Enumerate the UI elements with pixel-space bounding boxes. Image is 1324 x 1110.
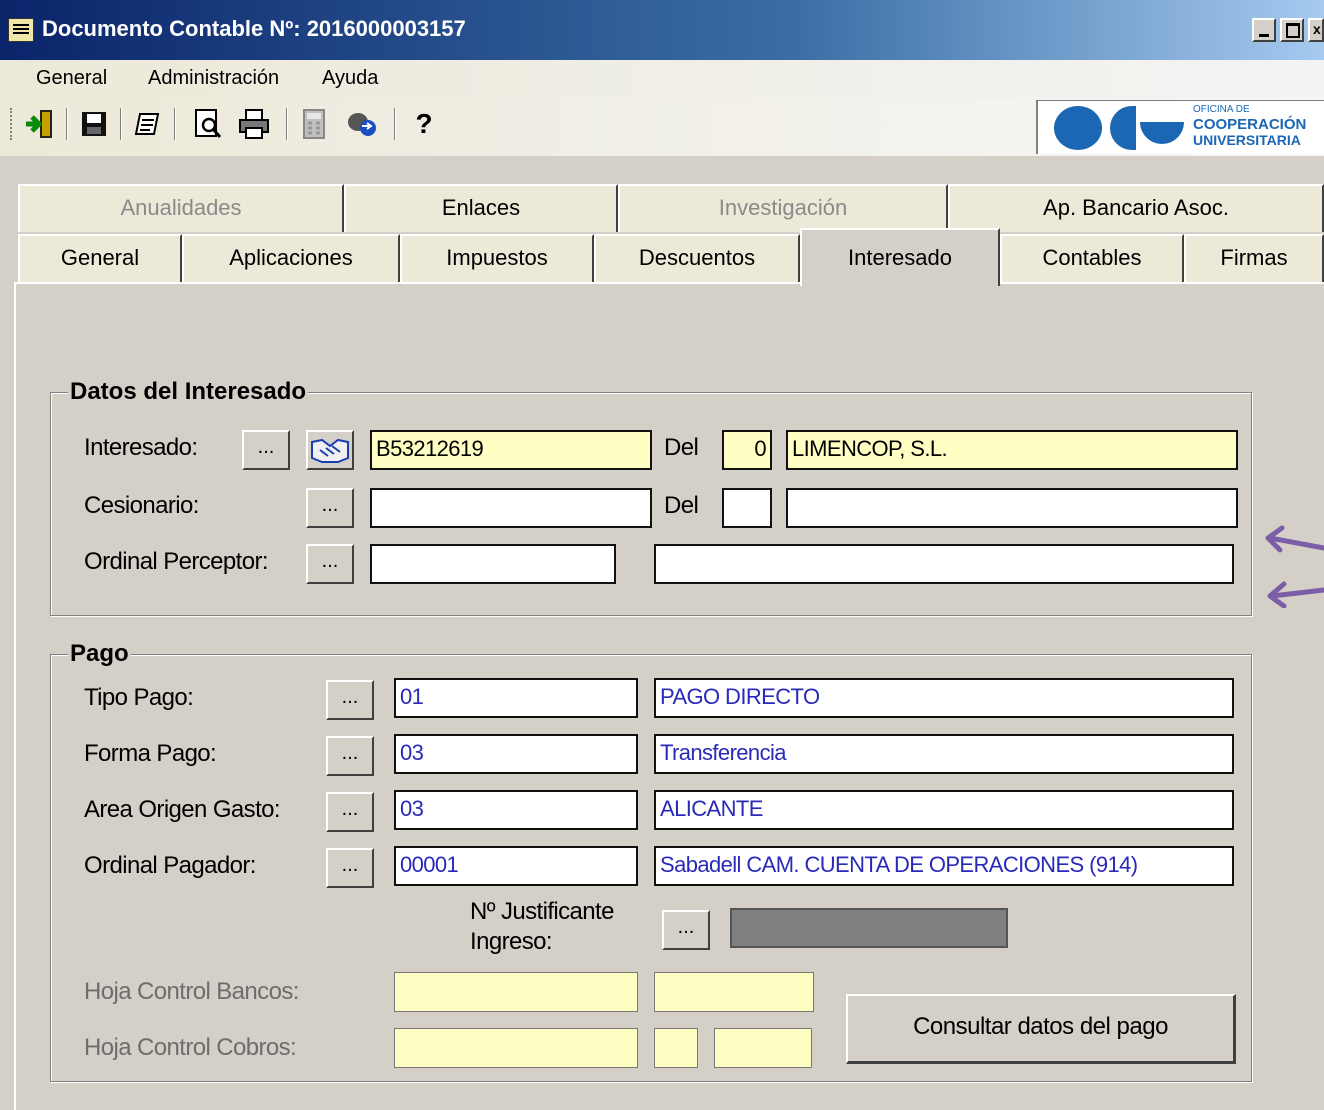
cesionario-lookup-button[interactable]: ...	[306, 488, 354, 528]
window-title: Documento Contable Nº: 2016000003157	[42, 16, 466, 41]
forma-pago-code-field[interactable]: 03	[394, 734, 638, 774]
consultar-datos-pago-button[interactable]: Consultar datos del pago	[846, 994, 1236, 1064]
forma-pago-lookup-button[interactable]: ...	[326, 736, 374, 776]
ordinal-perceptor-label: Ordinal Perceptor:	[84, 548, 269, 575]
cesionario-code-field[interactable]	[370, 488, 652, 528]
interesado-name-field[interactable]: LIMENCOP, S.L.	[786, 430, 1238, 470]
toolbar-separator	[120, 108, 122, 140]
interesado-label: Interesado:	[84, 434, 198, 461]
tab-anualidades[interactable]: Anualidades	[18, 184, 344, 232]
tab-descuentos[interactable]: Descuentos	[594, 234, 800, 282]
cesionario-del-field[interactable]	[722, 488, 772, 528]
tab-ap-bancario-asoc[interactable]: Ap. Bancario Asoc.	[948, 184, 1324, 232]
justificante-field	[730, 908, 1008, 948]
interesado-code-field[interactable]: B53212619	[370, 430, 652, 470]
menu-administracion[interactable]: Administración	[148, 64, 279, 92]
tab-investigacion[interactable]: Investigación	[618, 184, 948, 232]
toolbar-separator	[394, 108, 396, 140]
print-preview-icon[interactable]	[190, 106, 226, 142]
hoja-control-bancos-field-1[interactable]	[394, 972, 638, 1012]
edit-icon[interactable]	[130, 106, 166, 142]
logo-circle	[1054, 106, 1102, 150]
ordinal-pagador-desc-field[interactable]: Sabadell CAM. CUENTA DE OPERACIONES (914…	[654, 846, 1234, 886]
area-origen-gasto-label: Area Origen Gasto:	[84, 796, 281, 823]
cesionario-name-field[interactable]	[786, 488, 1238, 528]
toolbar-grip	[10, 108, 14, 140]
tipo-pago-desc-field[interactable]: PAGO DIRECTO	[654, 678, 1234, 718]
ordinal-perceptor-code-field[interactable]	[370, 544, 616, 584]
tab-interesado[interactable]: Interesado	[800, 228, 1000, 286]
ordinal-perceptor-name-field[interactable]	[654, 544, 1234, 584]
pago-title: Pago	[68, 640, 131, 668]
annotation-arrows	[1265, 525, 1324, 608]
cesionario-label: Cesionario:	[84, 492, 199, 519]
ordinal-pagador-label: Ordinal Pagador:	[84, 852, 256, 879]
justificante-label-line1: Nº Justificante	[470, 898, 614, 925]
logo-text-line3: UNIVERSITARIA	[1193, 132, 1301, 148]
logo-text-line2: COOPERACIÓN	[1193, 116, 1307, 133]
area-origen-gasto-desc-field[interactable]: ALICANTE	[654, 790, 1234, 830]
tab-general[interactable]: General	[18, 234, 182, 282]
tab-aplicaciones[interactable]: Aplicaciones	[182, 234, 400, 282]
menu-general[interactable]: General	[36, 64, 107, 92]
hoja-control-bancos-field-2[interactable]	[654, 972, 814, 1012]
justificante-label-line2: Ingreso:	[470, 928, 553, 955]
tab-enlaces[interactable]: Enlaces	[344, 184, 618, 232]
hoja-control-bancos-label: Hoja Control Bancos:	[84, 978, 299, 1005]
help-icon[interactable]: ?	[406, 106, 442, 142]
tipo-pago-code-field[interactable]: 01	[394, 678, 638, 718]
maximize-icon[interactable]	[1280, 18, 1304, 42]
hoja-control-cobros-label: Hoja Control Cobros:	[84, 1034, 297, 1061]
tab-impuestos[interactable]: Impuestos	[400, 234, 594, 282]
ordinal-pagador-code-field[interactable]: 00001	[394, 846, 638, 886]
hoja-control-cobros-field-1[interactable]	[394, 1028, 638, 1068]
cesionario-del-label: Del	[664, 492, 699, 519]
justificante-lookup-button[interactable]: ...	[662, 910, 710, 950]
interesado-del-field[interactable]: 0	[722, 430, 772, 470]
area-origen-gasto-code-field[interactable]: 03	[394, 790, 638, 830]
tipo-pago-lookup-button[interactable]: ...	[326, 680, 374, 720]
datos-interesado-title: Datos del Interesado	[68, 378, 309, 406]
interesado-del-label: Del	[664, 434, 699, 461]
forma-pago-label: Forma Pago:	[84, 740, 217, 767]
save-icon[interactable]	[76, 106, 112, 142]
area-origen-gasto-lookup-button[interactable]: ...	[326, 792, 374, 832]
exchange-icon[interactable]	[344, 106, 380, 142]
calculator-icon[interactable]	[296, 106, 332, 142]
document-icon	[8, 18, 34, 42]
ordinal-perceptor-lookup-button[interactable]: ...	[306, 544, 354, 584]
handshake-icon[interactable]	[306, 430, 354, 470]
hoja-control-cobros-field-2[interactable]	[654, 1028, 698, 1068]
toolbar-separator	[174, 108, 176, 140]
menu-ayuda[interactable]: Ayuda	[322, 64, 378, 92]
close-icon[interactable]: x	[1308, 18, 1324, 42]
tab-contables[interactable]: Contables	[1000, 234, 1184, 282]
toolbar-separator	[286, 108, 288, 140]
print-icon[interactable]	[236, 106, 272, 142]
hoja-control-cobros-field-3[interactable]	[714, 1028, 812, 1068]
minimize-icon[interactable]	[1252, 18, 1276, 42]
menu-bar: General Administración Ayuda	[0, 60, 1324, 98]
tipo-pago-label: Tipo Pago:	[84, 684, 194, 711]
exit-icon[interactable]	[22, 106, 58, 142]
logo-text-line1: OFICINA DE	[1193, 104, 1250, 115]
tab-firmas[interactable]: Firmas	[1184, 234, 1324, 282]
title-bar: Documento Contable Nº: 2016000003157 x	[0, 0, 1324, 60]
forma-pago-desc-field[interactable]: Transferencia	[654, 734, 1234, 774]
ordinal-pagador-lookup-button[interactable]: ...	[326, 848, 374, 888]
toolbar-separator	[66, 108, 68, 140]
interesado-lookup-button[interactable]: ...	[242, 430, 290, 470]
